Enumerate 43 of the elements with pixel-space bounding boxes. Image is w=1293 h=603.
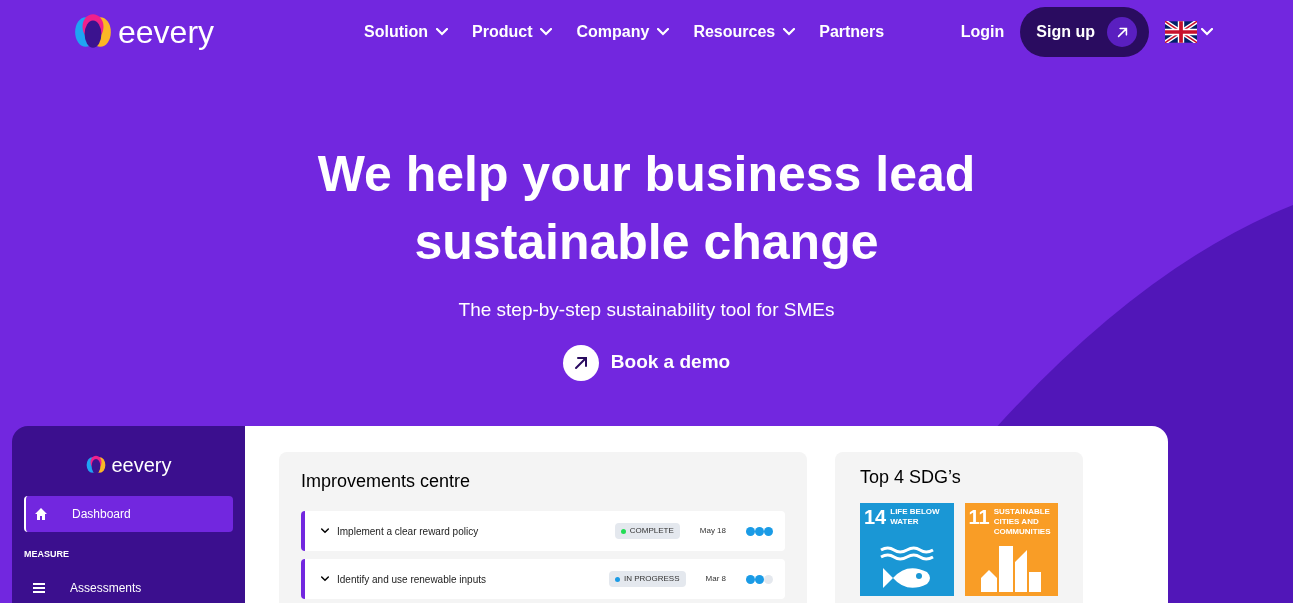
arrow-up-right-icon [573, 355, 588, 370]
sdg-number: 11 [968, 507, 990, 527]
nav-link[interactable]: Resources [693, 20, 796, 44]
improvement-title: Implement a clear reward policy [337, 524, 479, 539]
sdg-number: 14 [864, 507, 887, 527]
flag-icon [1165, 21, 1197, 43]
date-text: Mar 8 [705, 573, 726, 585]
chevron-down-icon [436, 28, 449, 36]
sidebar-item[interactable]: Dashboard [24, 496, 233, 532]
login-link[interactable]: Login [960, 20, 1005, 44]
home-icon [34, 507, 48, 521]
nav-link[interactable]: Product [472, 20, 553, 44]
sidebar-section-label: MEASURE [24, 548, 70, 561]
chevron-down-icon [783, 28, 796, 36]
list-icon [32, 580, 46, 595]
nav-link[interactable]: Solution [364, 20, 449, 44]
chevron-down-icon [657, 28, 670, 36]
improvement-title: Identify and use renewable inputs [337, 572, 486, 587]
panel-title: Improvements centre [301, 470, 472, 493]
book-demo-button[interactable]: Book a demo [562, 344, 731, 381]
chevron-down-icon [321, 527, 329, 535]
hero-subtitle: The step-by-step sustainability tool for SMEs [458, 298, 835, 322]
status-badge: COMPLETE [614, 523, 680, 539]
sidebar-item[interactable]: Assessments [24, 569, 233, 603]
improvement-row[interactable]: Identify and use renewable inputs IN PROGRESS Mar 8 [301, 559, 785, 599]
improvement-row[interactable]: Implement a clear reward policy COMPLETE May 18 [301, 511, 785, 551]
hero-title: We help your business lead sustainable change [317, 145, 976, 272]
logo-text: eevery [118, 16, 215, 48]
sdg-label: SUSTAINABLE CITIES AND COMMUNITIES [993, 507, 1052, 537]
chevron-down-icon [540, 28, 553, 36]
nav-link[interactable]: Partners [819, 20, 885, 44]
arrow-up-right-icon [1116, 26, 1128, 38]
panel-title: Top 4 SDG’s [860, 466, 962, 489]
status-badge: IN PROGRESS [608, 571, 686, 587]
nav-link[interactable]: Company [576, 20, 670, 44]
date-text: May 18 [699, 525, 726, 537]
chevron-down-icon [1201, 28, 1213, 36]
logo-text: eevery [111, 455, 172, 475]
chevron-down-icon [321, 575, 329, 583]
logo-icon [85, 454, 108, 476]
signup-button[interactable]: Sign up [1020, 7, 1149, 57]
sdg-label: LIFE BELOW WATER [890, 507, 941, 527]
language-selector[interactable] [1165, 21, 1213, 43]
